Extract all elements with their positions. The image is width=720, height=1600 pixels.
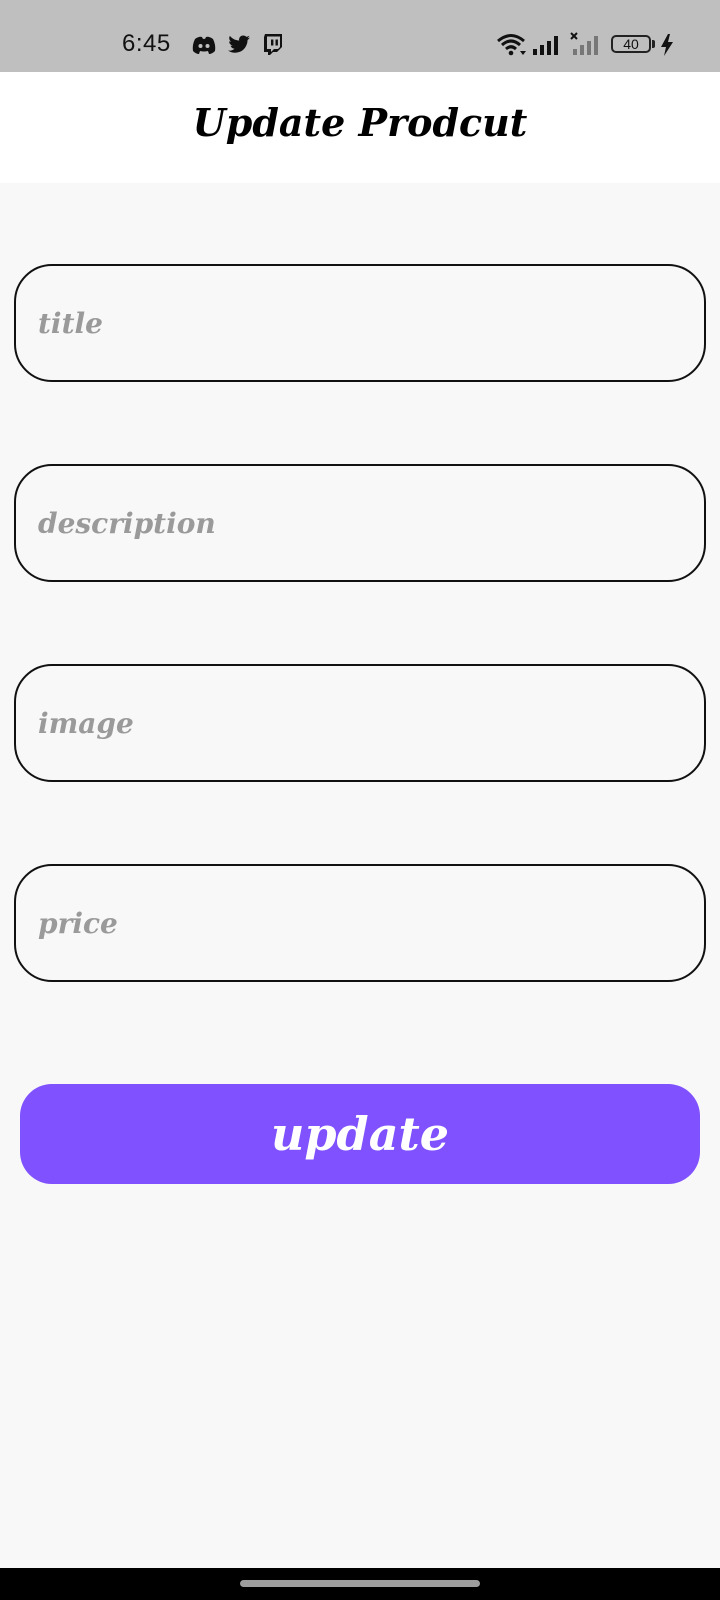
navigation-bar (0, 1568, 720, 1600)
charging-icon (661, 34, 673, 56)
signal-no-service-icon (570, 32, 598, 55)
app-bar: Update Prodcut (0, 72, 720, 183)
price-input[interactable] (14, 864, 706, 982)
twitter-icon (228, 35, 250, 53)
wifi-icon (497, 34, 526, 56)
description-input[interactable] (14, 464, 706, 582)
status-bar: 6:45 40 (0, 0, 720, 72)
page-title: Update Prodcut (192, 100, 528, 145)
home-gesture-handle[interactable] (240, 1580, 480, 1587)
discord-icon (192, 36, 216, 54)
twitch-icon (264, 34, 282, 55)
update-button[interactable]: update (20, 1084, 700, 1184)
image-input[interactable] (14, 664, 706, 782)
status-time: 6:45 (122, 30, 171, 57)
battery-level: 40 (623, 36, 639, 52)
title-input[interactable] (14, 264, 706, 382)
signal-icon (533, 36, 558, 55)
battery-tip (652, 40, 655, 48)
battery-icon: 40 (611, 35, 651, 53)
